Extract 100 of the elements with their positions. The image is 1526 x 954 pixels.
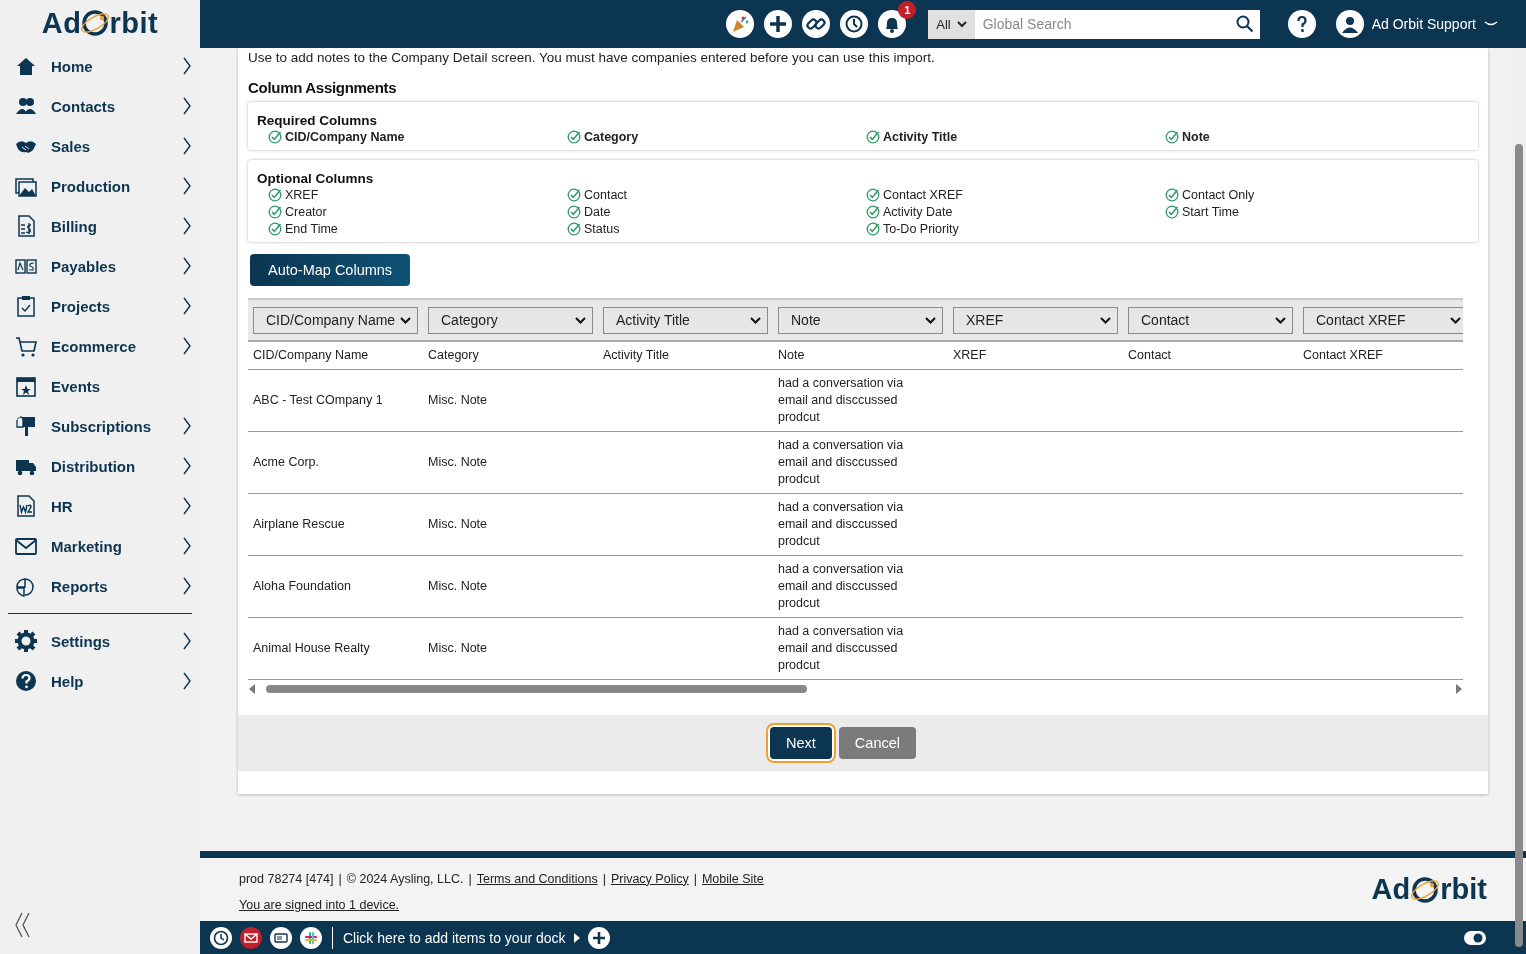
w2-form-icon xyxy=(15,495,37,517)
column-label: Activity Date xyxy=(883,205,953,219)
column-label: Status xyxy=(584,222,620,236)
cart-icon xyxy=(15,335,37,357)
home-icon xyxy=(15,55,37,77)
check-circle-icon xyxy=(567,205,581,219)
column-select[interactable]: XREF xyxy=(953,306,1118,334)
caret-icon xyxy=(750,316,761,324)
separator: | xyxy=(693,871,697,886)
nav-item[interactable]: Events xyxy=(0,366,200,406)
nav-item[interactable]: Ecommerce xyxy=(0,326,200,366)
add-button[interactable] xyxy=(764,10,793,38)
search-icon xyxy=(1235,15,1254,33)
panel-title: Optional Columns xyxy=(257,171,375,186)
cancel-button[interactable]: Cancel xyxy=(838,726,916,759)
nav-item[interactable]: Sales xyxy=(0,126,200,166)
description-text: Use to add notes to the Company Detail screen. You must have companies entered before you can use this import. xyxy=(248,50,936,65)
check-circle-icon xyxy=(567,188,581,202)
bell-button[interactable] xyxy=(878,10,907,38)
message-button[interactable] xyxy=(270,926,292,949)
nav-item[interactable]: Subscriptions xyxy=(0,406,200,446)
check-circle-icon xyxy=(1165,130,1179,144)
mailbox-icon xyxy=(15,415,37,437)
vertical-scrollbar[interactable] xyxy=(1514,144,1523,947)
column-label: Activity Title xyxy=(883,130,958,144)
column-select[interactable]: Category xyxy=(428,306,593,334)
horizontal-scrollbar[interactable] xyxy=(248,681,1463,696)
clock-icon xyxy=(213,929,229,946)
separator: | xyxy=(602,871,606,886)
nav-item[interactable]: Distribution xyxy=(0,446,200,486)
column-label: XREF xyxy=(285,188,319,202)
nav-item[interactable]: Payables xyxy=(0,246,200,286)
table-cell: Misc. Note xyxy=(428,517,488,531)
separator: | xyxy=(338,871,342,886)
table-cell: Misc. Note xyxy=(428,393,488,407)
column-select[interactable]: Activity Title xyxy=(603,306,768,334)
invoice-icon xyxy=(15,215,37,237)
nav-item[interactable]: Contacts xyxy=(0,86,200,126)
ad-orbit-logo[interactable]: Ad rbit xyxy=(39,0,161,46)
column-label: CID/Company Name xyxy=(285,130,405,144)
link-button[interactable] xyxy=(802,10,831,38)
nav-item[interactable]: Help xyxy=(0,661,200,701)
footer-link[interactable]: Terms and Conditions xyxy=(476,871,598,886)
help-icon xyxy=(15,670,37,692)
toggle-icon[interactable] xyxy=(1464,930,1486,945)
search-scope-dropdown[interactable]: All xyxy=(928,9,975,39)
search-button[interactable] xyxy=(1229,9,1260,39)
column-header: Activity Title xyxy=(598,341,773,369)
check-circle-icon xyxy=(567,222,581,236)
nav-item[interactable]: Billing xyxy=(0,206,200,246)
user-menu[interactable]: Ad Orbit Support xyxy=(1329,9,1504,39)
check-circle-icon xyxy=(866,205,880,219)
column-label: Note xyxy=(1182,130,1210,144)
envelope-button[interactable] xyxy=(240,926,262,949)
collapse-icon[interactable] xyxy=(14,912,32,938)
dock-add-link[interactable]: Click here to add items to your dock xyxy=(343,929,580,946)
scroll-left-icon[interactable] xyxy=(248,683,256,694)
clock-button[interactable] xyxy=(210,926,232,949)
nav-item[interactable]: Home xyxy=(0,46,200,86)
grid-logo-button[interactable] xyxy=(300,926,322,949)
column-select[interactable]: Contact xyxy=(1128,306,1293,334)
footer-link[interactable]: Mobile Site xyxy=(701,871,764,886)
search-field[interactable]: Global Search xyxy=(974,9,1230,39)
nav-item[interactable]: Marketing xyxy=(0,526,200,566)
ad-orbit-logo[interactable]: Ad rbit xyxy=(1371,873,1487,906)
column-select[interactable]: Contact XREF xyxy=(1303,306,1463,334)
scroll-right-icon[interactable] xyxy=(1455,683,1463,694)
check-circle-icon xyxy=(268,205,282,219)
caret-icon xyxy=(575,316,586,324)
user-icon xyxy=(1339,14,1360,34)
settings-icon xyxy=(15,630,37,652)
check-circle-icon xyxy=(268,130,282,144)
caret-icon xyxy=(1450,316,1461,324)
nav-item[interactable]: Settings xyxy=(0,621,200,661)
footer-link[interactable]: Privacy Policy xyxy=(610,871,689,886)
caret-icon xyxy=(400,316,411,324)
check-circle-icon xyxy=(866,130,880,144)
column-select[interactable]: CID/Company Name xyxy=(253,306,418,334)
party-popper-button[interactable] xyxy=(726,10,755,38)
add-button[interactable] xyxy=(587,926,610,949)
caret-icon xyxy=(1100,316,1111,324)
nav-item[interactable]: Projects xyxy=(0,286,200,326)
add-icon xyxy=(768,14,789,34)
nav-item[interactable]: Production xyxy=(0,166,200,206)
signed-in-link[interactable]: You are signed into 1 device. xyxy=(239,897,400,912)
clipboard-icon xyxy=(15,295,37,317)
column-header: CID/Company Name xyxy=(248,341,423,369)
auto-map-button[interactable]: Auto-Map Columns xyxy=(250,254,411,286)
table-cell: ABC - Test COmpany 1 xyxy=(253,393,383,407)
column-label: To-Do Priority xyxy=(883,222,959,236)
help-button[interactable] xyxy=(1287,10,1316,38)
footer-text: prod 78274 [474] xyxy=(239,871,334,886)
column-select[interactable]: Note xyxy=(778,306,943,334)
column-header: XREF xyxy=(948,341,1123,369)
column-header: Note xyxy=(773,341,948,369)
table-cell: Misc. Note xyxy=(428,455,488,469)
caret-right-icon xyxy=(573,932,580,943)
nav-item[interactable]: Reports xyxy=(0,566,200,606)
history-button[interactable] xyxy=(840,10,869,38)
nav-item[interactable]: HR xyxy=(0,486,200,526)
